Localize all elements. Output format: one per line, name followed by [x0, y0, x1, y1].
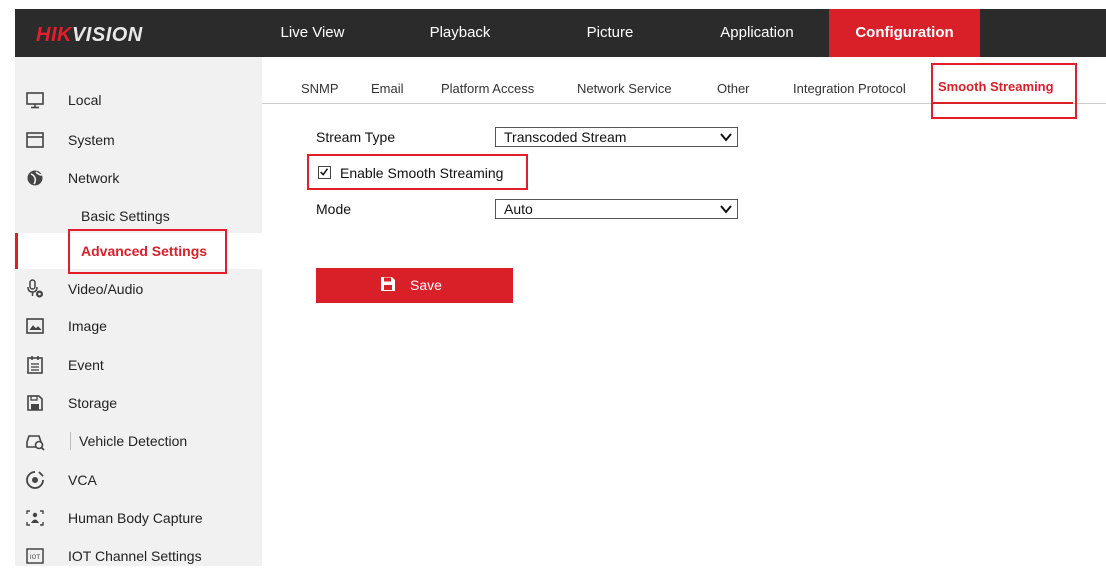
- top-navigation-bar: HIKVISION Live View Playback Picture App…: [15, 9, 1106, 57]
- sidebar-item-label: Image: [68, 318, 107, 334]
- sidebar-item-label: Event: [68, 357, 104, 373]
- save-button-label: Save: [410, 277, 442, 293]
- sidebar-item-label: Storage: [68, 395, 118, 411]
- save-button[interactable]: Save: [316, 268, 513, 303]
- monitor-icon: [26, 92, 44, 109]
- stream-type-select[interactable]: Transcoded Stream: [495, 127, 738, 147]
- chevron-down-icon: [720, 205, 732, 214]
- sidebar-item-local[interactable]: Local: [15, 82, 262, 118]
- system-icon: [26, 132, 44, 148]
- mode-label: Mode: [316, 201, 352, 217]
- iot-icon: IOT: [26, 548, 44, 564]
- sidebar-item-label: Video/Audio: [68, 281, 144, 297]
- storage-icon: [27, 395, 43, 411]
- sidebar-item-label: Human Body Capture: [68, 510, 203, 526]
- divider: [70, 432, 71, 450]
- tab-email[interactable]: Email: [371, 81, 404, 97]
- svg-text:IOT: IOT: [30, 554, 40, 561]
- sidebar-item-label: Vehicle Detection: [79, 433, 188, 449]
- highlight-box-advanced-settings: [68, 229, 227, 274]
- sidebar-item-image[interactable]: Image: [15, 308, 262, 344]
- image-icon: [26, 318, 44, 334]
- hikvision-logo: HIKVISION: [36, 24, 143, 46]
- sidebar-item-label: Local: [68, 92, 102, 108]
- vehicle-detection-icon: [26, 435, 45, 451]
- sidebar-item-event[interactable]: Event: [15, 347, 262, 383]
- event-icon: [27, 356, 43, 374]
- tab-other[interactable]: Other: [717, 81, 750, 97]
- nav-picture[interactable]: Picture: [570, 9, 650, 57]
- sidebar-item-human-body-capture[interactable]: Human Body Capture: [15, 500, 262, 536]
- highlight-box-enable-smooth-streaming: [307, 154, 528, 190]
- sidebar-item-iot-channel-settings[interactable]: IOT IOT Channel Settings: [15, 538, 262, 574]
- sidebar-item-storage[interactable]: Storage: [15, 385, 262, 421]
- sidebar-item-vehicle-detection[interactable]: Vehicle Detection: [15, 423, 262, 459]
- stream-type-label: Stream Type: [316, 129, 396, 145]
- nav-configuration[interactable]: Configuration: [829, 9, 980, 57]
- sidebar-item-label: Basic Settings: [81, 208, 170, 224]
- nav-live-view[interactable]: Live View: [275, 9, 350, 57]
- stream-type-value: Transcoded Stream: [504, 129, 627, 145]
- mode-value: Auto: [504, 201, 533, 217]
- highlight-box-smooth-streaming-tab: [931, 63, 1077, 119]
- sidebar-item-label: IOT Channel Settings: [68, 548, 202, 564]
- tab-platform-access[interactable]: Platform Access: [441, 81, 534, 97]
- vca-icon: [26, 471, 44, 489]
- nav-application[interactable]: Application: [707, 9, 807, 57]
- network-icon: [27, 170, 43, 186]
- save-icon: [381, 277, 395, 291]
- nav-playback[interactable]: Playback: [415, 9, 505, 57]
- sidebar-item-network[interactable]: Network: [15, 160, 262, 196]
- sidebar: Local System Network Basic Settings Adva…: [15, 57, 262, 566]
- sidebar-item-video-audio[interactable]: Video/Audio: [15, 271, 262, 307]
- chevron-down-icon: [720, 133, 732, 142]
- mode-select[interactable]: Auto: [495, 199, 738, 219]
- sidebar-item-label: Network: [68, 170, 120, 186]
- sidebar-item-label: System: [68, 132, 115, 148]
- active-indicator: [15, 233, 18, 269]
- tab-network-service[interactable]: Network Service: [577, 81, 672, 97]
- tab-snmp[interactable]: SNMP: [301, 81, 339, 97]
- sidebar-item-system[interactable]: System: [15, 122, 262, 158]
- sidebar-item-vca[interactable]: VCA: [15, 462, 262, 498]
- video-audio-icon: [27, 279, 43, 298]
- sidebar-item-label: VCA: [68, 472, 97, 488]
- human-body-icon: [26, 510, 44, 526]
- tab-integration-protocol[interactable]: Integration Protocol: [793, 81, 906, 97]
